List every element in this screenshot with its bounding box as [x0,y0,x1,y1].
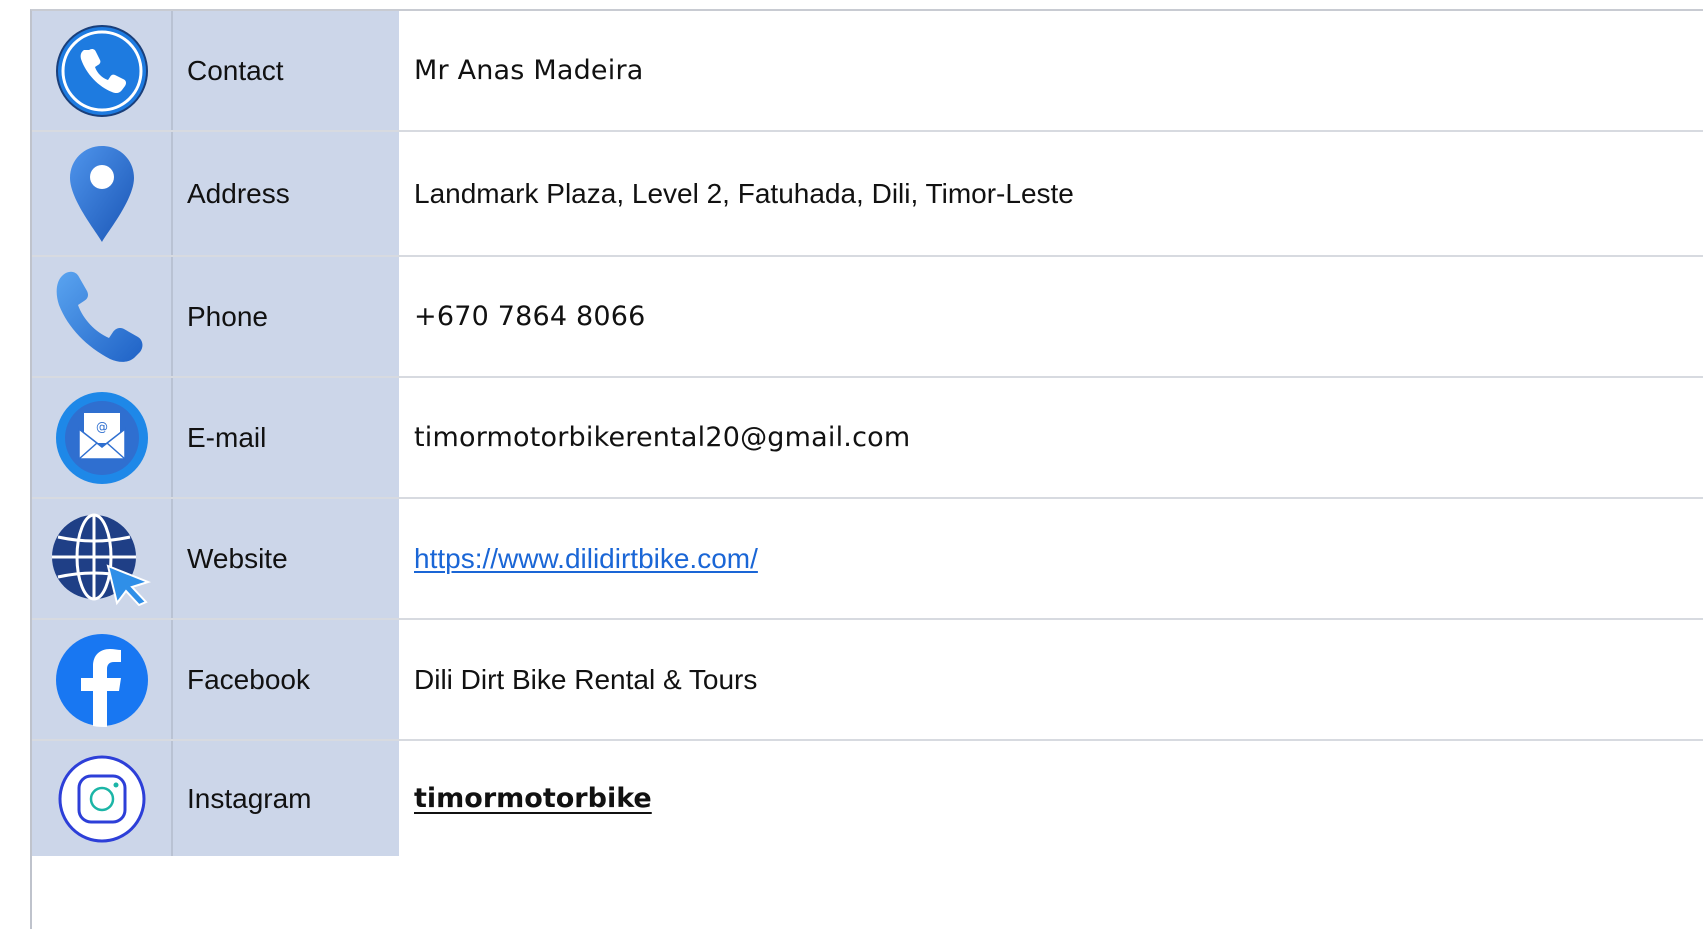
row-label: Instagram [173,741,399,856]
website-link[interactable]: https://www.dilidirtbike.com/ [414,543,758,575]
icon-cell [32,11,173,130]
icon-cell: @ [32,378,173,497]
row-label: Contact [173,11,399,130]
icon-cell [32,257,173,376]
table-row: Website https://www.dilidirtbike.com/ [32,499,1703,620]
row-label: Facebook [173,620,399,739]
instagram-link[interactable]: timormotorbike [414,783,652,814]
icon-cell [32,741,173,856]
location-pin-icon [67,144,137,244]
phone-handset-icon [53,269,151,365]
email-value[interactable]: timormotorbikerental20@gmail.com [399,378,1703,497]
contact-name-value: Mr Anas Madeira [399,11,1703,130]
address-value: Landmark Plaza, Level 2, Fatuhada, Dili,… [399,132,1703,255]
row-label: Address [173,132,399,255]
website-cell: https://www.dilidirtbike.com/ [399,499,1703,618]
icon-cell [32,620,173,739]
row-label: Website [173,499,399,618]
globe-cursor-icon [50,512,154,606]
instagram-icon [57,754,147,844]
instagram-cell: timormotorbike [399,741,1703,856]
phone-circle-icon [55,24,149,118]
table-row: Phone +670 7864 8066 [32,257,1703,378]
table-row: Instagram timormotorbike [32,741,1703,856]
table-row: Contact Mr Anas Madeira [32,11,1703,132]
svg-text:@: @ [96,420,108,434]
facebook-value[interactable]: Dili Dirt Bike Rental & Tours [399,620,1703,739]
email-envelope-icon: @ [55,391,149,485]
contact-table: Contact Mr Anas Madeira Address Landmark… [30,9,1703,929]
facebook-icon [55,633,149,727]
icon-cell [32,132,173,255]
row-label: Phone [173,257,399,376]
row-label: E-mail [173,378,399,497]
table-row: Address Landmark Plaza, Level 2, Fatuhad… [32,132,1703,257]
icon-cell [32,499,173,618]
phone-value: +670 7864 8066 [399,257,1703,376]
table-row: Facebook Dili Dirt Bike Rental & Tours [32,620,1703,741]
table-row: @ E-mail timormotorbikerental20@gmail.co… [32,378,1703,499]
